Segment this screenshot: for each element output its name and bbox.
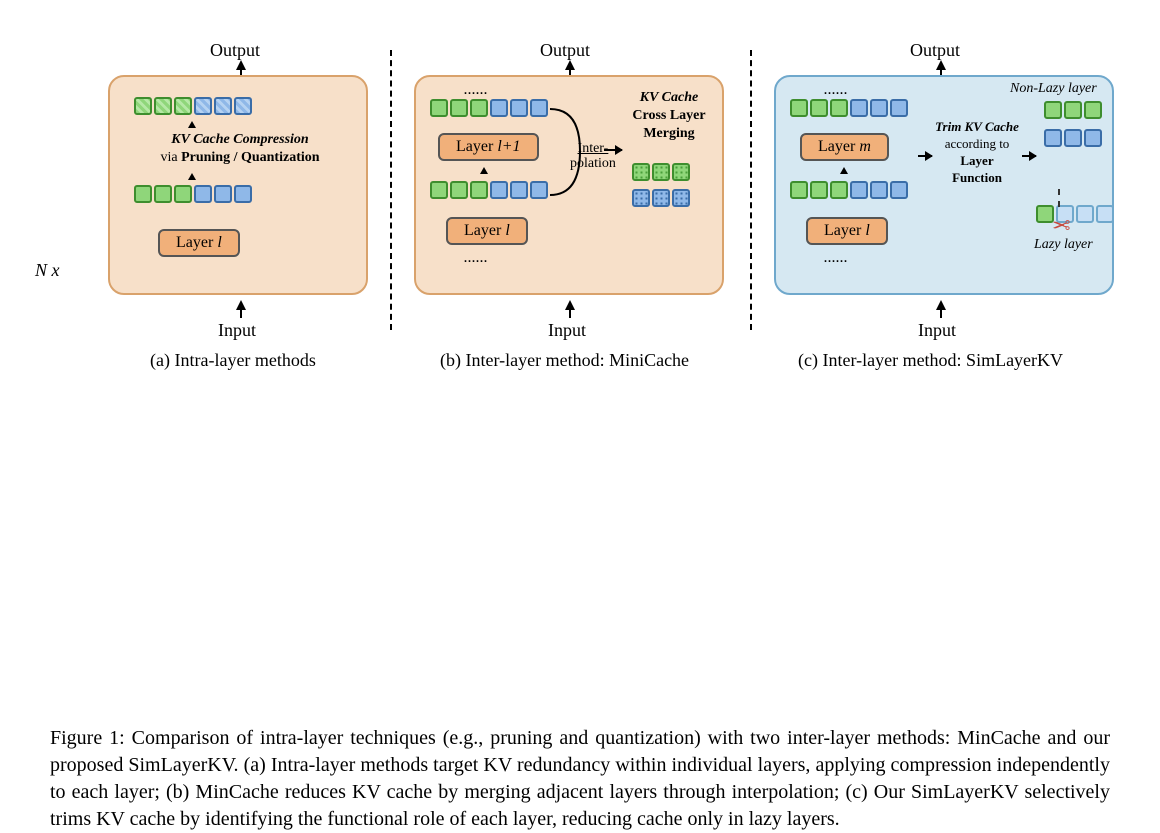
panel-a: KV Cache Compression via Pruning / Quant… — [108, 75, 368, 295]
layer-chip-b1: Layer l — [446, 217, 528, 245]
cells-b-bottom — [430, 181, 548, 199]
lazy-label: Lazy layer — [1034, 237, 1093, 253]
cells-a-top — [134, 97, 252, 115]
interp-2: polation — [570, 156, 616, 171]
annotation-b-3: Merging — [643, 126, 694, 141]
annotation-a-via: via — [160, 150, 181, 165]
figure-area: N x Output KV Cache Compression via Prun… — [50, 30, 1110, 370]
annotation-b-1: KV Cache — [640, 90, 698, 105]
arrow-output-a — [236, 60, 246, 70]
arrow-output-c — [936, 60, 946, 70]
cells-b-top — [430, 99, 548, 117]
subcaption-a: (a) Intra-layer methods — [150, 350, 316, 371]
input-label-c: Input — [918, 320, 956, 341]
figure-caption: Figure 1: Comparison of intra-layer tech… — [50, 725, 1110, 833]
cells-b-merged-b — [632, 189, 690, 207]
layer-chip-a: Layer l — [158, 229, 240, 257]
scissors-icon: ✂ — [1052, 211, 1070, 237]
annotation-a-line1: KV Cache Compression — [171, 132, 308, 147]
layer-b1-text: Layer — [464, 222, 505, 239]
arrow-c-left — [918, 155, 932, 157]
arrow-input-c — [936, 300, 946, 310]
cut-line — [1058, 189, 1060, 207]
layer-b2-var: l+1 — [497, 138, 520, 155]
nonlazy-label: Non-Lazy layer — [1010, 81, 1097, 97]
ellipsis-c-top: ...... — [824, 83, 848, 98]
cells-a-bottom — [134, 185, 252, 203]
layer-a-text: Layer — [176, 234, 217, 251]
interp-label: Inter- polation — [570, 141, 616, 172]
cells-c-lazy — [1036, 205, 1114, 223]
arrow-output-b — [565, 60, 575, 70]
nx-label: N x — [35, 260, 60, 281]
layer-c-m-var: m — [859, 138, 871, 155]
layer-chip-c-m: Layer m — [800, 133, 889, 161]
separator-2 — [750, 50, 752, 330]
arrow-input-b — [565, 300, 575, 310]
arrow-input-a — [236, 300, 246, 310]
input-label-b: Input — [548, 320, 586, 341]
panel-c: ...... Layer m Layer l ...... Trim KV Ca… — [774, 75, 1114, 295]
caption-text: Figure 1: Comparison of intra-layer tech… — [50, 727, 1110, 830]
cells-b-merged-g — [632, 163, 690, 181]
subcaption-c: (c) Inter-layer method: SimLayerKV — [798, 350, 1063, 371]
arrow-interp — [604, 149, 622, 151]
subcaption-b: (b) Inter-layer method: MiniCache — [440, 350, 689, 371]
arrow-a-mid — [188, 173, 196, 180]
layer-chip-c-l: Layer l — [806, 217, 888, 245]
ellipsis-b-bot: ...... — [464, 251, 488, 266]
annotation-c-2: according to — [945, 136, 1010, 151]
arrow-c-mid — [840, 167, 848, 174]
annotation-a: KV Cache Compression via Pruning / Quant… — [124, 131, 356, 167]
output-label-c: Output — [910, 40, 960, 61]
annotation-b: KV Cache Cross Layer Merging — [614, 89, 724, 144]
cells-c-top — [790, 99, 908, 117]
layer-b2-text: Layer — [456, 138, 497, 155]
output-label-b: Output — [540, 40, 590, 61]
layer-b1-var: l — [505, 222, 509, 239]
arrow-c-right — [1022, 155, 1036, 157]
cells-c-bottom — [790, 181, 908, 199]
arrow-b-mid — [480, 167, 488, 174]
annotation-c-1: Trim KV Cache — [935, 119, 1019, 134]
ellipsis-c-bot: ...... — [824, 251, 848, 266]
layer-c-l-var: l — [865, 222, 869, 239]
ellipsis-b-top: ...... — [464, 83, 488, 98]
cells-c-nonlazy-b — [1044, 129, 1102, 147]
layer-chip-b2: Layer l+1 — [438, 133, 539, 161]
annotation-b-2: Cross Layer — [632, 108, 705, 123]
arrow-a-top — [188, 121, 196, 128]
annotation-a-line2: Pruning / Quantization — [181, 150, 319, 165]
separator-1 — [390, 50, 392, 330]
panel-b: ...... Layer l+1 Layer l ...... KV Cache… — [414, 75, 724, 295]
layer-c-m-text: Layer — [818, 138, 859, 155]
output-label-a: Output — [210, 40, 260, 61]
annotation-c: Trim KV Cache according to Layer Functio… — [924, 119, 1030, 187]
nx-text: N x — [35, 260, 60, 280]
cells-c-nonlazy — [1044, 101, 1102, 119]
annotation-c-3: Layer — [960, 153, 993, 168]
annotation-c-4: Function — [952, 170, 1002, 185]
input-label-a: Input — [218, 320, 256, 341]
layer-c-l-text: Layer — [824, 222, 865, 239]
layer-a-var: l — [217, 234, 221, 251]
